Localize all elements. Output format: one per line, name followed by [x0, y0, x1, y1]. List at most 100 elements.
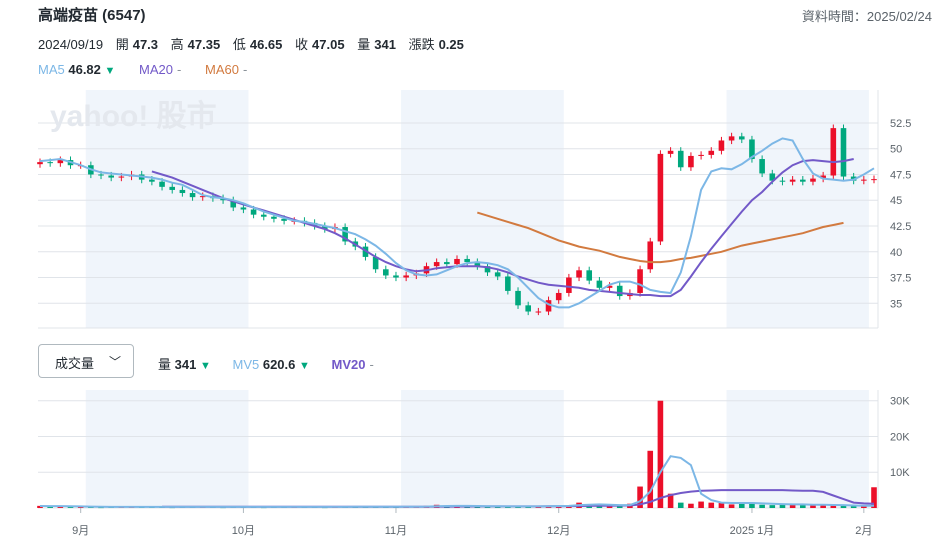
- candle: [861, 179, 867, 181]
- dropdown-label: 成交量: [55, 356, 95, 371]
- x-tick-label: 11月: [385, 525, 407, 537]
- candle: [271, 216, 277, 219]
- vol-legend[interactable]: 量 341 ▼: [158, 357, 214, 372]
- candle: [555, 292, 562, 301]
- candle: [403, 275, 409, 278]
- x-tick-label: 2025 1月: [730, 525, 775, 537]
- candle: [240, 207, 247, 210]
- mv5-value: 620.6: [262, 357, 296, 372]
- indicator-dropdown[interactable]: 成交量 ﹀: [38, 344, 134, 378]
- volume-bar: [800, 505, 806, 508]
- candle: [189, 193, 196, 198]
- candle: [535, 311, 542, 313]
- month-band: [726, 90, 869, 328]
- price-y-axis: 52.5 50 47.5 45 42.5 40 37.5 35: [890, 118, 911, 310]
- month-band: [401, 90, 564, 328]
- candle: [149, 179, 155, 182]
- candle: [464, 258, 470, 263]
- candle: [98, 174, 104, 176]
- y-tick-label: 40: [890, 247, 902, 259]
- candle: [576, 270, 582, 278]
- volume-bar: [677, 502, 684, 508]
- candle: [637, 269, 643, 293]
- candle: [688, 155, 694, 168]
- candle: [37, 162, 43, 165]
- candle: [647, 241, 654, 270]
- candle: [800, 179, 806, 182]
- candle: [179, 189, 186, 194]
- mv20-legend[interactable]: MV20-: [332, 357, 374, 372]
- candle: [789, 179, 796, 182]
- candle: [494, 272, 501, 277]
- candle: [525, 305, 531, 312]
- volume-bar: [688, 503, 694, 508]
- candle: [169, 186, 176, 190]
- mv5-legend[interactable]: MV5 620.6 ▼: [232, 357, 313, 372]
- candle: [677, 150, 684, 168]
- candle: [738, 136, 745, 140]
- y-tick-label: 35: [890, 298, 902, 310]
- x-tick-label: 9月: [72, 525, 89, 537]
- x-tick-label: 10月: [232, 525, 255, 537]
- candle: [505, 276, 511, 291]
- mv20-dash: -: [369, 357, 374, 372]
- candle: [698, 154, 704, 156]
- y-tick-label: 47.5: [890, 169, 911, 181]
- down-triangle-icon: ▼: [299, 360, 310, 372]
- stock-chart[interactable]: yahoo! 股市 52.5 50 47.5 45 42.5 40 37.5 35 30K 20…: [0, 0, 932, 549]
- down-triangle-icon: ▼: [199, 360, 211, 372]
- y-tick-label: 20K: [890, 431, 910, 443]
- volume-legend: 量 341 ▼ MV5 620.6 ▼ MV20-: [158, 354, 392, 373]
- candle: [759, 159, 765, 174]
- y-tick-label: 37.5: [890, 273, 911, 285]
- volume-bar: [657, 400, 664, 508]
- candle: [393, 275, 399, 278]
- month-band: [85, 390, 249, 508]
- candle: [250, 209, 257, 215]
- volume-bar: [647, 450, 654, 508]
- candle: [118, 176, 125, 178]
- x-tick-label: 12月: [547, 525, 570, 537]
- volume-bar: [769, 505, 776, 508]
- candle: [47, 162, 53, 164]
- candle: [586, 270, 593, 281]
- candle: [616, 285, 623, 297]
- vol-label: 量: [158, 357, 172, 372]
- candle: [444, 262, 450, 265]
- candle: [810, 178, 816, 182]
- chevron-down-icon: ﹀: [108, 355, 121, 369]
- candle: [840, 128, 847, 177]
- candle: [596, 280, 603, 288]
- volume-bar: [738, 503, 745, 508]
- candle: [383, 269, 389, 276]
- candle: [718, 140, 725, 151]
- volume-y-axis: 30K 20K 10K: [890, 396, 910, 480]
- x-axis: 9月 10月 11月 12月 2025 1月 2月: [72, 508, 872, 537]
- candle: [779, 180, 786, 182]
- vol-value: 341: [174, 357, 197, 372]
- y-tick-label: 30K: [890, 396, 910, 408]
- candle: [830, 128, 837, 176]
- candle: [871, 179, 877, 181]
- candle: [566, 277, 572, 293]
- candle: [159, 181, 165, 187]
- x-tick-label: 2月: [855, 525, 872, 537]
- candle: [708, 150, 715, 155]
- volume-bar: [698, 501, 704, 508]
- volume-bar: [759, 504, 765, 508]
- candle: [657, 153, 664, 242]
- candle: [515, 290, 521, 306]
- candle: [454, 258, 460, 265]
- volume-bar: [728, 504, 735, 508]
- candle: [260, 214, 267, 217]
- candle: [667, 150, 674, 154]
- y-tick-label: 42.5: [890, 221, 911, 233]
- y-tick-label: 10K: [890, 467, 910, 479]
- volume-bar: [708, 502, 715, 508]
- mv20-label: MV20: [331, 357, 366, 372]
- y-tick-label: 52.5: [890, 118, 911, 130]
- y-tick-label: 45: [890, 195, 902, 207]
- candle: [108, 175, 114, 178]
- candle: [433, 262, 440, 267]
- y-tick-label: 50: [890, 144, 902, 156]
